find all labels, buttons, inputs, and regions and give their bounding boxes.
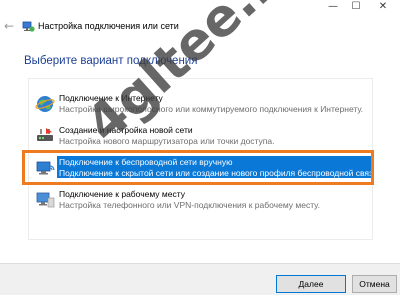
wireless-network-icon: [36, 161, 55, 175]
wizard-title: Настройка подключения или сети: [38, 21, 179, 31]
cancel-button[interactable]: Отмена: [352, 275, 397, 293]
new-network-icon: [37, 128, 53, 141]
wizard-footer: Далее Отмена: [0, 263, 400, 295]
option-title: Подключение к рабочему месту: [59, 189, 185, 199]
option-title: Подключение к Интернету: [59, 93, 163, 103]
option-new-network[interactable]: Создание и настройка новой сети Настройк…: [29, 123, 372, 151]
back-arrow-icon[interactable]: ←: [4, 19, 18, 33]
workplace-computer-icon: [36, 192, 55, 208]
option-description: Настройка нового маршрутизатора или точк…: [59, 136, 275, 146]
minimize-button[interactable]: —: [322, 0, 344, 14]
option-title: Подключение к беспроводной сети вручную: [59, 157, 233, 167]
network-wizard-icon: [22, 21, 35, 32]
option-description: Настройка широкополосного или коммутируе…: [59, 104, 364, 114]
internet-globe-icon: [35, 96, 55, 112]
option-description: Подключение к скрытой сети или создание …: [59, 168, 373, 178]
next-button[interactable]: Далее: [276, 275, 346, 293]
title-bar: — ☐ ✕: [0, 0, 400, 16]
option-description: Настройка телефонного или VPN-подключени…: [59, 200, 320, 210]
option-workplace[interactable]: Подключение к рабочему месту Настройка т…: [29, 187, 372, 215]
option-wireless-manual[interactable]: Подключение к беспроводной сети вручную …: [29, 155, 373, 183]
connection-options-list: Подключение к Интернету Настройка широко…: [28, 78, 373, 240]
wizard-nav-bar: ← Настройка подключения или сети: [0, 17, 400, 37]
page-heading: Выберите вариант подключения: [24, 55, 198, 67]
close-button[interactable]: ✕: [372, 0, 394, 14]
maximize-button[interactable]: ☐: [345, 0, 367, 14]
option-title: Создание и настройка новой сети: [59, 125, 193, 135]
option-internet-connection[interactable]: Подключение к Интернету Настройка широко…: [29, 91, 372, 119]
